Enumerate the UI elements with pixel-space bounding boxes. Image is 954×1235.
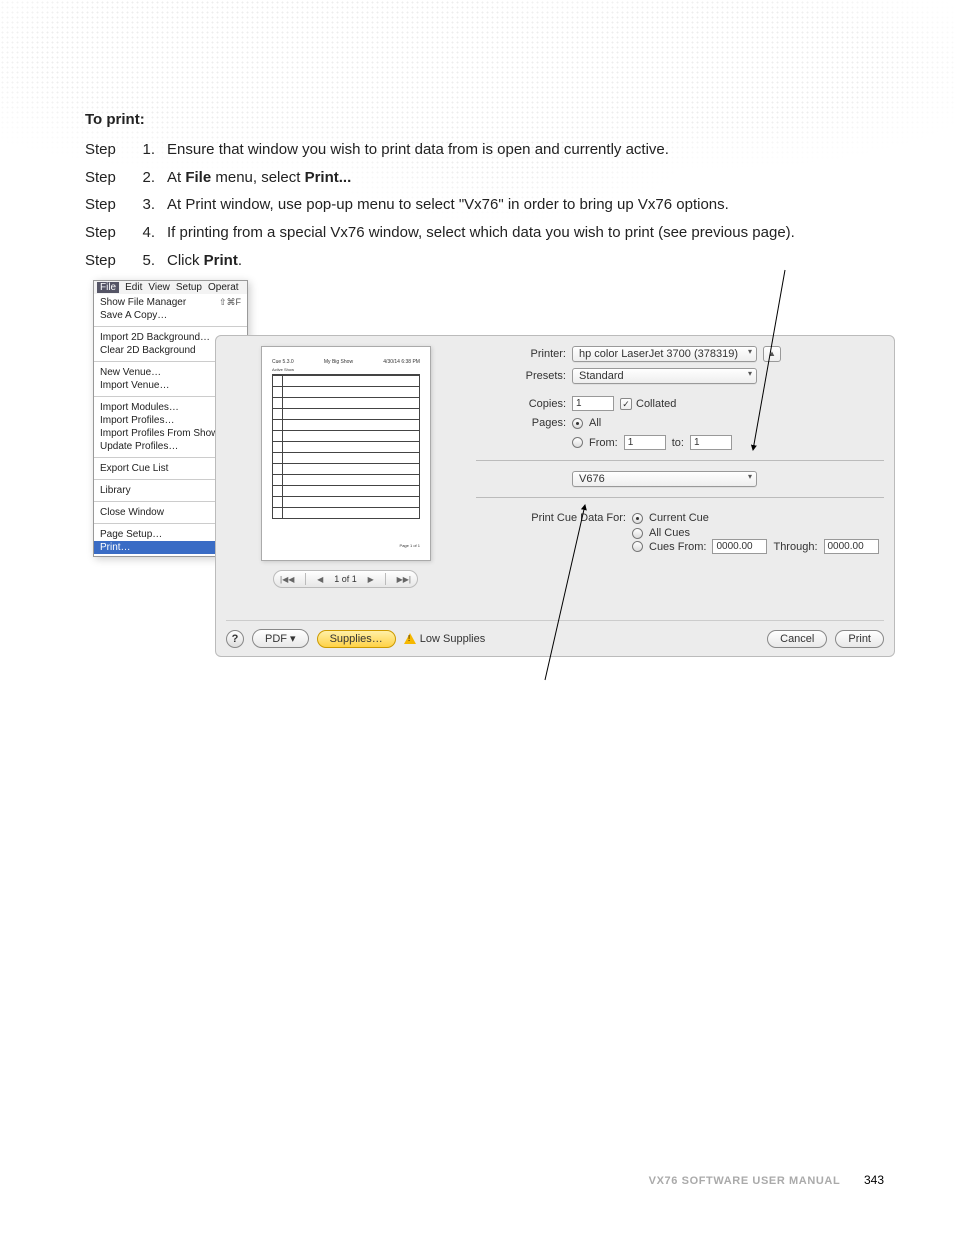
step-number: 1. xyxy=(137,138,155,163)
step-label: Step xyxy=(85,193,125,218)
copies-input[interactable]: 1 xyxy=(572,396,614,411)
pages-all-radio[interactable] xyxy=(572,418,583,429)
step-text: If printing from a special Vx76 window, … xyxy=(167,221,894,246)
instructions: To print: Step 1. Ensure that window you w… xyxy=(85,108,894,277)
pager-first[interactable]: |◀◀ xyxy=(274,575,300,584)
cue-from-input[interactable]: 0000.00 xyxy=(712,539,767,554)
preview-title-right: 4/30/14 6:38 PM xyxy=(383,359,420,365)
supplies-button[interactable]: Supplies… xyxy=(317,630,396,648)
pages-to-input[interactable]: 1 xyxy=(690,435,732,450)
step-number: 5. xyxy=(137,249,155,274)
preview-table xyxy=(272,374,420,519)
file-menu-item[interactable]: Save A Copy… xyxy=(94,309,247,322)
step-row: Step 1. Ensure that window you wish to pri… xyxy=(85,138,894,163)
cue-from-radio[interactable] xyxy=(632,541,643,552)
menubar-item[interactable]: Operat xyxy=(208,282,239,293)
pages-label: Pages: xyxy=(476,417,566,429)
step-text: Ensure that window you wish to print dat… xyxy=(167,138,894,163)
pager-prev[interactable]: ◀ xyxy=(311,575,329,584)
collated-checkbox[interactable]: ✓ xyxy=(620,398,632,410)
step-number: 3. xyxy=(137,193,155,218)
cue-from-label: Cues From: xyxy=(649,541,706,553)
step-text: Click Print. xyxy=(167,249,894,274)
pages-from-input[interactable]: 1 xyxy=(624,435,666,450)
menubar-item[interactable]: View xyxy=(148,282,170,293)
print-form: Printer: hp color LaserJet 3700 (378319)… xyxy=(476,346,884,554)
preview-title-left: Cue 5.3.0 xyxy=(272,359,294,365)
step-number: 2. xyxy=(137,166,155,191)
file-menu-item[interactable]: Show File Manager⇧⌘F xyxy=(94,296,247,309)
preview-footer: Page 1 of 1 xyxy=(400,543,420,548)
divider xyxy=(476,460,884,461)
step-row: Step 2. At File menu, select Print... xyxy=(85,166,894,191)
pdf-button[interactable]: PDF ▾ xyxy=(252,629,309,648)
cue-all-label: All Cues xyxy=(649,527,690,539)
cue-data-section: Print Cue Data For: Current Cue All Cues… xyxy=(516,512,884,554)
presets-select[interactable]: Standard xyxy=(572,368,757,384)
preview-sub: Active Show xyxy=(272,367,420,372)
cue-current-radio[interactable] xyxy=(632,513,643,524)
steps-list: Step 1. Ensure that window you wish to pri… xyxy=(85,138,894,274)
help-button[interactable]: ? xyxy=(226,630,244,648)
menubar-item[interactable]: Setup xyxy=(176,282,202,293)
warning-icon xyxy=(404,633,416,644)
presets-label: Presets: xyxy=(476,370,566,382)
cue-current-label: Current Cue xyxy=(649,512,709,524)
printer-label: Printer: xyxy=(476,348,566,360)
cue-through-label: Through: xyxy=(773,541,817,553)
pages-from-radio[interactable] xyxy=(572,437,583,448)
pager-last[interactable]: ▶▶| xyxy=(391,575,417,584)
expand-button[interactable]: ▲ xyxy=(763,346,781,362)
print-preview: Cue 5.3.0 My Big Show 4/30/14 6:38 PM Ac… xyxy=(261,346,431,561)
page-footer: VX76 SOFTWARE USER MANUAL 343 xyxy=(0,1173,884,1187)
app-popup-menu[interactable]: V676 xyxy=(572,471,757,487)
menubar: File Edit View Setup Operat xyxy=(94,281,247,294)
step-number: 4. xyxy=(137,221,155,246)
pager-next[interactable]: ▶ xyxy=(362,575,380,584)
cue-all-radio[interactable] xyxy=(632,528,643,539)
step-label: Step xyxy=(85,249,125,274)
step-row: Step 4. If printing from a special Vx76 wi… xyxy=(85,221,894,246)
page-number: 343 xyxy=(864,1173,884,1187)
printer-select[interactable]: hp color LaserJet 3700 (378319) xyxy=(572,346,757,362)
dialog-footer: ? PDF ▾ Supplies… Low Supplies Cancel Pr… xyxy=(226,620,884,648)
low-supplies-indicator: Low Supplies xyxy=(404,633,485,645)
pages-all-label: All xyxy=(589,417,601,429)
step-row: Step 3. At Print window, use pop-up menu t… xyxy=(85,193,894,218)
preview-title-mid: My Big Show xyxy=(324,359,353,365)
heading: To print: xyxy=(85,108,894,133)
preview-pager: |◀◀ ◀ 1 of 1 ▶ ▶▶| xyxy=(273,570,418,588)
divider xyxy=(476,497,884,498)
step-text: At File menu, select Print... xyxy=(167,166,894,191)
step-label: Step xyxy=(85,138,125,163)
step-text: At Print window, use pop-up menu to sele… xyxy=(167,193,894,218)
copies-label: Copies: xyxy=(476,398,566,410)
screenshot-composite: File Edit View Setup Operat Show File Ma… xyxy=(85,280,894,660)
step-label: Step xyxy=(85,221,125,246)
cue-through-input[interactable]: 0000.00 xyxy=(824,539,879,554)
print-dialog: Cue 5.3.0 My Big Show 4/30/14 6:38 PM Ac… xyxy=(215,335,895,657)
cue-data-header: Print Cue Data For: xyxy=(516,512,626,524)
manual-title: VX76 SOFTWARE USER MANUAL xyxy=(649,1175,841,1187)
menubar-item[interactable]: Edit xyxy=(125,282,142,293)
pages-to-label: to: xyxy=(672,437,684,449)
pager-text: 1 of 1 xyxy=(334,574,357,584)
step-row: Step 5. Click Print. xyxy=(85,249,894,274)
pages-from-label: From: xyxy=(589,437,618,449)
print-button[interactable]: Print xyxy=(835,630,884,648)
cancel-button[interactable]: Cancel xyxy=(767,630,827,648)
menubar-file[interactable]: File xyxy=(97,282,119,293)
collated-label: Collated xyxy=(636,398,676,410)
step-label: Step xyxy=(85,166,125,191)
